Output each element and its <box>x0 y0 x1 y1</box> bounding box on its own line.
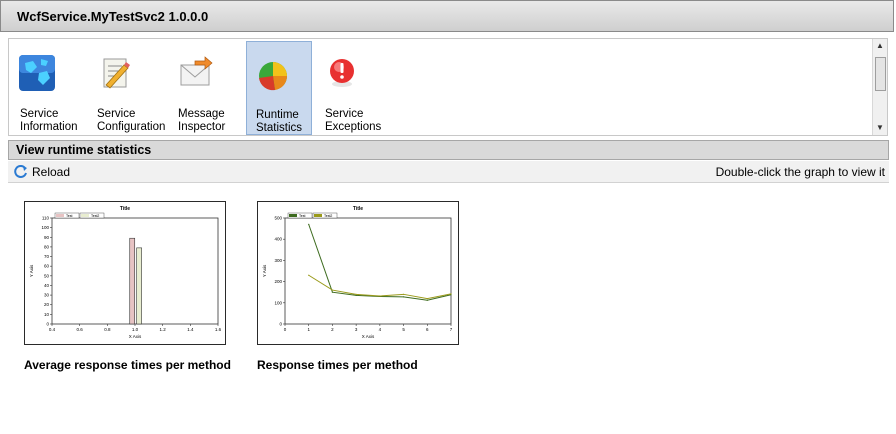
toolbar-item-runtime-statistics[interactable]: Runtime Statistics <box>246 41 312 135</box>
y-tick-label: 80 <box>44 244 50 249</box>
window-titlebar: WcfService.MyTestSvc2 1.0.0.0 <box>0 0 894 32</box>
data-point <box>355 293 357 295</box>
graph-average-response-times[interactable]: Title 0 10 20 30 40 50 60 70 80 90 100 110 0.4 0.6 0.8 1… <box>24 201 226 345</box>
navigation-toolbar: Service Information Service Configuratio… <box>8 38 888 136</box>
exclamation-icon <box>330 59 354 87</box>
data-point <box>331 289 334 291</box>
data-point <box>308 223 310 225</box>
x-tick-label: 6 <box>426 327 429 332</box>
y-tick-label: 30 <box>44 293 50 298</box>
legend-label: Test2 <box>324 214 332 218</box>
y-axis-label: Y Axis <box>262 264 267 277</box>
y-tick-label: 500 <box>274 216 282 221</box>
toolbar-item-label: Service Configuration <box>97 108 166 133</box>
graph-caption: Average response times per method <box>24 358 231 372</box>
chart-title: Title <box>120 206 130 212</box>
x-axis-label: X Axis <box>362 334 375 339</box>
x-tick-label: 5 <box>402 327 405 332</box>
x-tick-label: 1.6 <box>215 327 222 332</box>
graph-caption: Response times per method <box>257 358 418 372</box>
data-point <box>402 296 405 298</box>
legend-label: Test <box>66 214 72 218</box>
globe-icon <box>19 55 55 91</box>
x-tick-label: 7 <box>450 327 453 332</box>
legend-swatch <box>56 214 64 217</box>
legend-swatch <box>314 214 322 217</box>
bar <box>136 247 142 325</box>
toolbar-item-service-information[interactable]: Service Information <box>11 41 78 134</box>
x-tick-label: 3 <box>355 327 358 332</box>
x-tick-label: 0 <box>284 327 287 332</box>
data-point <box>426 297 428 300</box>
bar <box>129 237 136 325</box>
data-point <box>402 293 405 295</box>
toolbar-item-label: Runtime Statistics <box>256 109 303 134</box>
scroll-down-arrow-icon[interactable]: ▼ <box>876 123 884 132</box>
y-tick-label: 40 <box>44 283 50 288</box>
reload-label: Reload <box>32 164 71 179</box>
chart-average-response-times: Title 0 10 20 30 40 50 60 70 80 90 100 110 0.4 0.6 0.8 1… <box>29 206 222 339</box>
x-tick-label: 2 <box>331 327 334 332</box>
section-header: View runtime statistics <box>8 140 889 160</box>
scroll-up-arrow-icon[interactable]: ▲ <box>876 41 884 50</box>
legend-swatch <box>289 214 297 217</box>
toolbar-item-service-configuration[interactable]: Service Configuration <box>88 41 165 134</box>
toolbar-item-label: Service Information <box>20 108 78 133</box>
data-point <box>379 295 381 297</box>
x-axis-label: X Axis <box>129 334 142 339</box>
plot-area <box>284 217 452 325</box>
y-tick-label: 0 <box>279 322 282 327</box>
y-tick-label: 60 <box>44 264 50 269</box>
window-title: WcfService.MyTestSvc2 1.0.0.0 <box>17 9 209 24</box>
envelope-icon <box>180 56 213 86</box>
chart-response-times: Title 0 100 200 300 400 500 0 1 2 3 4 5 6 7 X Axis Y Axi… <box>262 206 453 339</box>
hint-text: Double-click the graph to view it <box>715 165 885 179</box>
toolbar-item-label: Service Exceptions <box>325 108 382 133</box>
toolbar-item-label: Message Inspector <box>178 108 226 133</box>
data-point <box>355 294 357 296</box>
config-document-icon <box>103 58 130 89</box>
data-point <box>450 293 452 295</box>
toolbar-item-message-inspector[interactable]: Message Inspector <box>169 41 233 134</box>
y-tick-label: 70 <box>44 254 50 259</box>
y-tick-label: 50 <box>44 273 50 278</box>
y-tick-label: 0 <box>46 322 49 327</box>
reload-button[interactable]: Reload <box>14 163 70 180</box>
y-tick-label: 400 <box>274 237 282 242</box>
scrollbar-thumb[interactable] <box>875 57 886 91</box>
legend-label: Test2 <box>91 214 99 218</box>
y-tick-label: 110 <box>42 216 50 221</box>
x-tick-label: 0.8 <box>104 327 111 332</box>
x-tick-label: 0.4 <box>49 327 56 332</box>
x-tick-label: 0.6 <box>77 327 84 332</box>
y-axis-label: Y Axis <box>29 264 34 277</box>
legend-label: Test <box>299 214 305 218</box>
x-tick-label: 1.4 <box>187 327 194 332</box>
y-tick-label: 100 <box>41 225 49 230</box>
data-point <box>426 299 428 301</box>
y-tick-label: 10 <box>44 312 50 317</box>
toolbar-item-service-exceptions[interactable]: Service Exceptions <box>316 41 382 134</box>
y-tick-label: 200 <box>274 279 282 284</box>
toolbar-scrollbar[interactable]: ▲ ▼ <box>872 39 887 135</box>
legend-swatch <box>81 214 89 217</box>
reload-icon <box>14 164 27 178</box>
graph-response-times[interactable]: Title 0 100 200 300 400 500 0 1 2 3 4 5 6 7 X Axis Y Axi… <box>257 201 459 345</box>
action-bar: Reload Double-click the graph to view it <box>8 161 889 183</box>
x-tick-label: 1.0 <box>132 327 139 332</box>
x-tick-label: 4 <box>379 327 382 332</box>
section-title: View runtime statistics <box>16 143 152 157</box>
data-point <box>308 274 310 276</box>
y-tick-label: 300 <box>274 258 282 263</box>
x-tick-label: 1 <box>307 327 310 332</box>
pie-chart-icon <box>259 62 288 91</box>
y-tick-label: 20 <box>44 302 50 307</box>
y-tick-label: 100 <box>274 300 282 305</box>
y-tick-label: 90 <box>44 235 50 240</box>
chart-title: Title <box>353 206 363 212</box>
x-tick-label: 1.2 <box>160 327 167 332</box>
data-point <box>331 291 334 293</box>
